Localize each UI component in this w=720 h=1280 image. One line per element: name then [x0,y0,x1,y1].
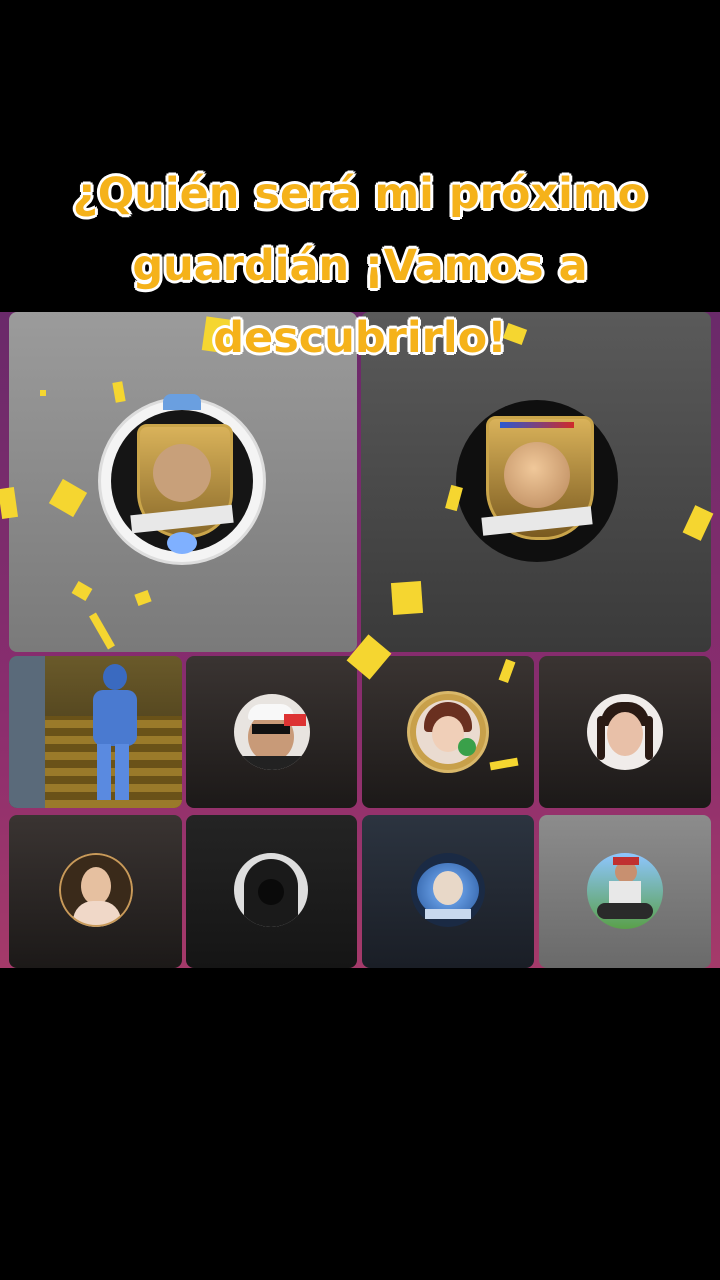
guest-seat-7[interactable] [362,815,534,968]
guest-seat-6[interactable] [186,815,357,968]
avatar-hooded-figure [234,853,308,927]
guest-seat-5[interactable] [9,815,182,968]
avatar-woman-dark-hair [59,853,133,927]
crest-badge-avatar-man [101,394,263,562]
avatar-blue-crest [411,853,485,927]
avatar-woman-braids [587,694,663,770]
crest-badge-avatar-woman [456,400,618,562]
video-caption: ¿Quién será mi próximo guardián ¡Vamos a… [40,158,680,374]
confetti-piece [390,580,424,616]
caption-line-2: guardián ¡Vamos a [132,241,588,291]
caption-line-3: descubrirlo! [213,313,507,363]
avatar-man-motorcycle [587,853,663,929]
guest-seat-live-video[interactable] [9,656,182,808]
live-video-dancer [83,664,143,804]
guest-seat-2[interactable] [186,656,357,808]
guest-seat-4[interactable] [539,656,711,808]
avatar-man-sunglasses [234,694,310,770]
confetti-piece [40,390,46,396]
avatar-woman-gold-frame [410,694,486,770]
guest-seat-8[interactable] [539,815,711,968]
caption-line-1: ¿Quién será mi próximo [72,169,648,219]
